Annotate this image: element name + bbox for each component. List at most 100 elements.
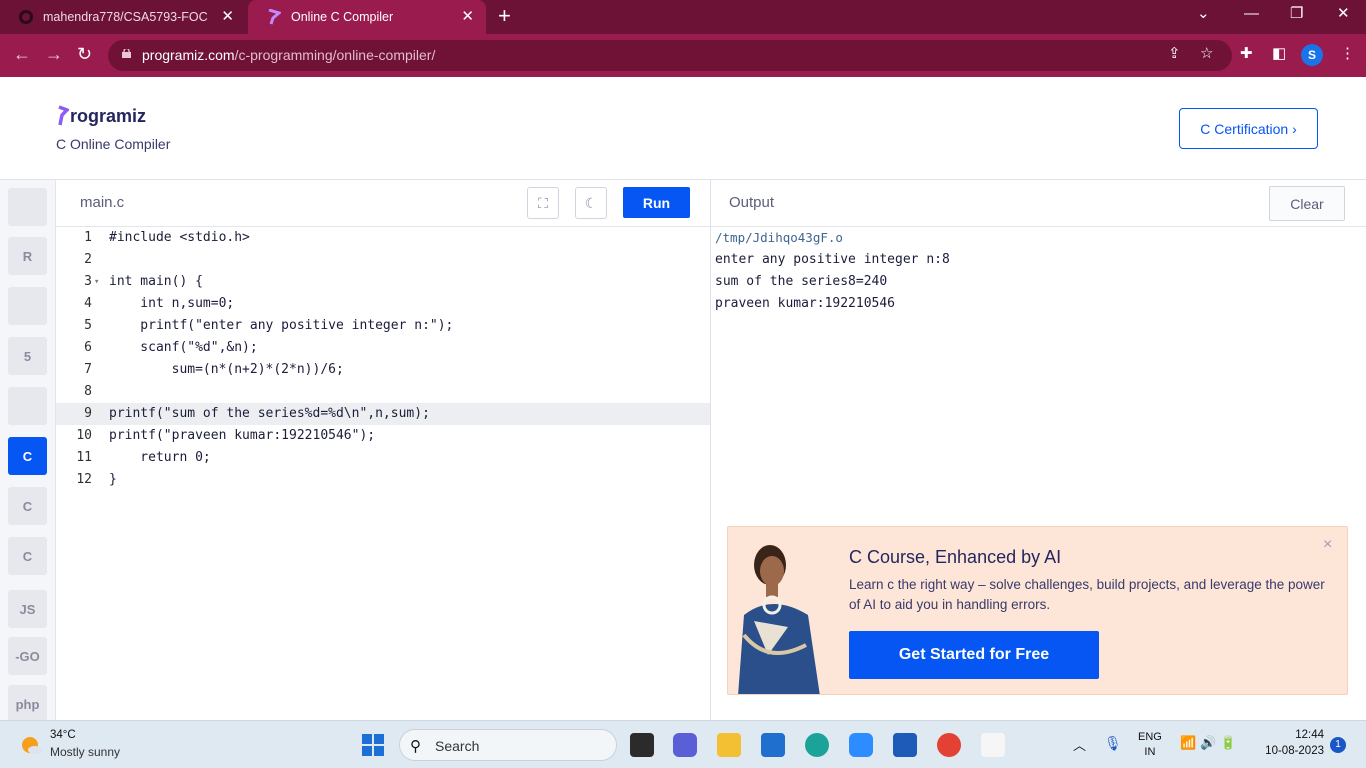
line-number: 10 (76, 428, 92, 443)
clock-time[interactable]: 12:44 (1284, 729, 1324, 741)
output-line: enter any positive integer n:8 (715, 252, 950, 267)
url-path: /c-programming/online-compiler/ (234, 47, 436, 63)
dark-mode-moon-icon[interactable]: ☾ (575, 187, 607, 219)
go-icon[interactable]: -GO (8, 637, 47, 675)
tab-search-chevron-icon[interactable]: ⌄ (1197, 6, 1210, 22)
code-text: printf("praveen kumar:192210546"); (109, 428, 376, 443)
cpp-icon[interactable]: C (8, 487, 47, 525)
programiz-logo-mark-icon (58, 105, 69, 126)
sql-icon[interactable] (8, 287, 47, 325)
code-line[interactable]: 3 ▾ int main() { (56, 271, 711, 293)
menu-kebab-icon[interactable]: ⋮ (1340, 46, 1355, 62)
side-panel-icon[interactable]: ◧ (1272, 46, 1286, 62)
fold-chevron-icon[interactable]: ▾ (94, 271, 99, 293)
code-line[interactable]: 4 int n,sum=0; (56, 293, 711, 315)
forward-arrow-icon[interactable]: → (45, 44, 63, 64)
code-text: return 0; (109, 450, 211, 465)
file-tab[interactable]: main.c (80, 194, 124, 211)
line-number: 1 (84, 230, 92, 245)
reload-icon[interactable]: ↻ (77, 44, 92, 64)
line-number: 12 (76, 472, 92, 487)
bookmark-star-icon[interactable]: ☆ (1200, 46, 1213, 62)
line-number: 11 (76, 450, 92, 465)
code-line[interactable]: 12} (56, 469, 711, 491)
js-icon[interactable]: JS (8, 590, 47, 628)
task-view-icon[interactable] (630, 733, 654, 757)
pane-divider[interactable] (710, 180, 711, 720)
code-line[interactable]: 7 sum=(n*(n+2)*(2*n))/6; (56, 359, 711, 381)
windows-taskbar: 34°C Mostly sunny ⚲ Search ︿ 🎙 ENG IN 📶🔊… (0, 720, 1366, 768)
zoom-app-icon[interactable] (849, 733, 873, 757)
output-line: /tmp/Jdihqo43gF.o (715, 230, 843, 245)
file-explorer-icon[interactable] (717, 733, 741, 757)
code-text: int main() { (109, 274, 203, 289)
code-line[interactable]: 9 printf("sum of the series%d=%d\n",n,sum… (56, 403, 711, 425)
minimize-icon[interactable]: — (1244, 6, 1259, 22)
close-tab-icon[interactable]: ✕ (221, 9, 234, 25)
code-line[interactable]: 5 printf("enter any positive integer n:"… (56, 315, 711, 337)
wifi-volume-battery-icons[interactable]: 📶🔊🔋 (1180, 735, 1241, 751)
python-icon[interactable] (8, 188, 47, 226)
code-line[interactable]: 6 scanf("%d",&n); (56, 337, 711, 359)
word-app-icon[interactable] (893, 733, 917, 757)
course-promo-banner: C Course, Enhanced by AI Learn c the rig… (727, 526, 1348, 695)
microphone-icon[interactable]: 🎙 (1104, 735, 1122, 752)
code-line[interactable]: 2 (56, 249, 711, 271)
new-tab-icon[interactable]: + (498, 5, 511, 27)
profile-avatar[interactable]: S (1301, 44, 1323, 66)
windows-start-icon[interactable] (362, 734, 384, 756)
share-icon[interactable]: ⇪ (1168, 46, 1181, 62)
clear-button[interactable]: Clear (1269, 186, 1345, 221)
programiz-logo[interactable]: rogramiz (57, 105, 146, 127)
r-icon[interactable]: R (8, 237, 47, 275)
csharp-icon[interactable]: C (8, 537, 47, 575)
edge-browser-icon[interactable] (805, 733, 829, 757)
promo-description: Learn c the right way – solve challenges… (849, 577, 1325, 612)
address-bar[interactable]: programiz.com/c-programming/online-compi… (108, 40, 1232, 71)
output-toolbar: Output Clear (711, 180, 1366, 227)
code-line[interactable]: 8 (56, 381, 711, 403)
line-number: 8 (84, 384, 92, 399)
html-icon[interactable]: 5 (8, 337, 47, 375)
code-text: } (109, 472, 117, 487)
extensions-puzzle-icon[interactable]: ✚ (1240, 46, 1253, 62)
chrome-browser-icon[interactable] (937, 733, 961, 757)
back-arrow-icon[interactable]: ← (13, 44, 31, 64)
close-tab-icon[interactable]: ✕ (461, 9, 474, 25)
c-icon[interactable]: C (8, 437, 47, 475)
code-text: printf("sum of the series%d=%d\n",n,sum)… (109, 406, 430, 421)
lock-icon (122, 49, 131, 58)
browser-tab-compiler[interactable]: Online C Compiler ✕ (248, 0, 486, 34)
output-line: praveen kumar:192210546 (715, 296, 896, 311)
get-started-button[interactable]: Get Started for Free (849, 631, 1099, 679)
input-language-indicator[interactable]: ENG IN (1138, 730, 1162, 760)
browser-tab-title: mahendra778/CSA5793-FOC (43, 10, 208, 24)
java-icon[interactable] (8, 387, 47, 425)
fullscreen-icon[interactable]: ⛶ (527, 187, 559, 219)
php-icon[interactable]: php (8, 685, 47, 723)
meet-chat-icon[interactable] (673, 733, 697, 757)
logo-text: rogramiz (70, 105, 147, 126)
line-number: 7 (84, 362, 92, 377)
run-button[interactable]: Run (623, 187, 690, 218)
code-line[interactable]: 10 printf("praveen kumar:192210546"); (56, 425, 711, 447)
tray-overflow-chevron-icon[interactable]: ︿ (1073, 735, 1086, 754)
restore-icon[interactable]: ❐ (1290, 6, 1303, 22)
c-certification-button[interactable]: C Certification › (1179, 108, 1318, 149)
taskbar-search-box[interactable]: ⚲ Search (399, 729, 617, 761)
code-text: #include <stdio.h> (109, 230, 250, 245)
browser-tab-github[interactable]: mahendra778/CSA5793-FOC ✕ (0, 0, 246, 34)
code-line[interactable]: 11 return 0; (56, 447, 711, 469)
code-editor[interactable]: 1 #include <stdio.h> 2 3 ▾ int main() {4 int … (56, 227, 711, 720)
code-line[interactable]: 1 #include <stdio.h> (56, 227, 711, 249)
language-sidebar: R 5 C C C JS -GO php (0, 180, 56, 723)
weather-sunny-icon[interactable] (19, 733, 43, 757)
promo-close-icon[interactable]: × (1323, 536, 1332, 554)
microsoft-store-icon[interactable] (761, 733, 785, 757)
pinned-app-icon[interactable] (981, 733, 1005, 757)
clock-date[interactable]: 10-08-2023 (1258, 745, 1324, 757)
window-close-icon[interactable]: ✕ (1337, 6, 1350, 22)
notification-badge[interactable]: 1 (1330, 737, 1346, 753)
instructor-photo (738, 545, 820, 694)
line-number: 5 (84, 318, 92, 333)
